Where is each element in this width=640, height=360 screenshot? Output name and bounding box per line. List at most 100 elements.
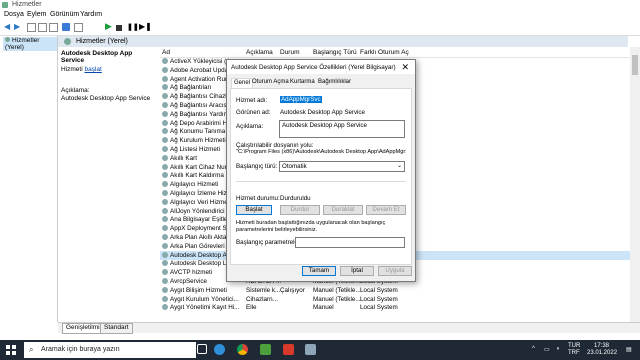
vertical-scrollbar[interactable]	[630, 47, 640, 322]
notification-icon[interactable]: ▤	[626, 346, 632, 353]
tab-logon[interactable]: Oturum Açma	[250, 78, 291, 88]
cell-start: Manuel	[313, 304, 334, 312]
gear-icon	[64, 38, 71, 45]
gear-icon	[162, 93, 168, 100]
col-logon[interactable]: Farklı Oturum Aç	[360, 49, 409, 56]
language-indicator-2[interactable]: TRF	[568, 350, 580, 356]
start-service-link[interactable]: başlat	[84, 66, 101, 73]
scroll-thumb[interactable]	[632, 55, 638, 75]
camtasia-icon[interactable]	[260, 344, 271, 355]
back-icon[interactable]: ◀	[4, 22, 13, 31]
startup-type-select[interactable]: Otomatik ⌄	[279, 161, 405, 172]
search-icon: ⌕	[29, 345, 34, 354]
apply-button[interactable]: Uygula	[378, 266, 412, 276]
params-hint: Hizmeti buradan başlattığınızda uygulana…	[236, 220, 386, 233]
gear-icon	[162, 154, 168, 161]
resume-button[interactable]: Devam Et	[366, 205, 406, 215]
network-icon[interactable]: ▭	[544, 346, 550, 353]
service-status-label: Hizmet durumu:	[236, 195, 280, 202]
cell-status: Çalışıyor	[280, 286, 305, 294]
description-pane: Autodesk Desktop App Service Hizmeti baş…	[58, 47, 158, 322]
taskbar: ⌕ Aramak için buraya yazın ^ ▭ ◖ TUR TRF…	[0, 340, 640, 360]
gear-icon	[162, 234, 168, 240]
table-row[interactable]: Aygıt Bilişim Hizmeti Sistemle k... Çalışı…	[160, 286, 630, 295]
clock-date[interactable]: 23.01.2022	[587, 350, 617, 356]
menu-bar: Dosya Eylem Görünüm Yardım	[0, 10, 640, 21]
menu-file[interactable]: Dosya	[4, 11, 24, 18]
tree-toggle-icon[interactable]	[27, 23, 36, 32]
path-label: Çalıştırılabilir dosyanın yolu:	[236, 142, 314, 149]
start-service-text: Hizmeti başlat	[61, 66, 102, 73]
close-icon[interactable]: ✕	[401, 62, 409, 73]
dialog-title: Autodesk Desktop App Service Özellikleri…	[231, 64, 396, 71]
clock-time[interactable]: 17:38	[594, 343, 609, 349]
col-status[interactable]: Durum	[280, 49, 300, 56]
gear-icon	[162, 181, 168, 188]
tab-dependencies[interactable]: Bağımlılıklar	[316, 78, 353, 88]
menu-help[interactable]: Yardım	[80, 11, 102, 18]
gear-icon	[162, 269, 168, 276]
tree-item-services-local[interactable]: Hizmetler (Yerel)	[3, 37, 57, 51]
display-name-value: Autodesk Desktop App Service	[280, 109, 365, 116]
play-icon[interactable]: ▶	[105, 21, 114, 31]
table-row[interactable]: Aygıt Kurulum Yönetici... Cihazlarn... Man…	[160, 295, 630, 304]
service-name-label: Hizmet adı:	[236, 97, 268, 104]
gear-icon	[162, 225, 168, 232]
toolbar: ◀ ▶ ▶ ❚❚ ▶❚	[0, 21, 640, 36]
stop-button[interactable]: Durdur	[280, 205, 320, 215]
gear-icon	[162, 128, 168, 135]
task-view-icon[interactable]	[197, 344, 207, 354]
chevron-up-icon[interactable]: ^	[532, 346, 535, 352]
chevron-down-icon: ⌄	[396, 163, 402, 169]
services-app-icon[interactable]	[305, 344, 316, 355]
params-input[interactable]	[295, 237, 405, 248]
table-row[interactable]: Aygıt Yönetimi Kayıt Hi... Elle Manuel Loca…	[160, 303, 630, 312]
view-icon[interactable]	[38, 23, 47, 32]
cell-name: Ağ Kurulum Hizmeti	[170, 137, 226, 145]
col-desc[interactable]: Açıklama	[246, 49, 273, 56]
properties-dialog: Autodesk Desktop App Service Özellikleri…	[226, 59, 416, 282]
autodesk-icon[interactable]	[283, 344, 294, 355]
restart-icon[interactable]: ▶❚	[139, 22, 152, 31]
gear-icon	[162, 146, 168, 152]
gear-icon	[162, 251, 168, 258]
startup-type-label: Başlangıç türü:	[236, 163, 278, 170]
description-box[interactable]: Autodesk Desktop App Service	[279, 120, 405, 138]
search-box[interactable]: ⌕ Aramak için buraya yazın	[24, 342, 196, 358]
cell-name: Aygıt Bilişim Hizmeti	[170, 286, 227, 294]
cell-logon: Local System	[360, 286, 398, 294]
col-start[interactable]: Başlangıç Türü	[313, 49, 357, 56]
start-button[interactable]: Başlat	[236, 205, 272, 215]
pause-icon[interactable]: ❚❚	[127, 23, 139, 32]
description-text: Autodesk Desktop App Service	[282, 122, 367, 129]
properties-icon[interactable]	[74, 23, 83, 32]
edge-icon[interactable]	[214, 344, 225, 355]
ok-button[interactable]: Tamam	[302, 266, 336, 276]
cell-name: Akıllı Kart	[170, 154, 197, 162]
stop-icon[interactable]	[116, 25, 122, 31]
forward-icon[interactable]: ▶	[14, 22, 23, 31]
windows-start-icon[interactable]	[6, 345, 16, 355]
col-name[interactable]: Ad	[162, 49, 170, 56]
cell-logon: Local System	[360, 295, 398, 303]
help-icon[interactable]	[62, 23, 70, 31]
gear-icon	[162, 286, 168, 293]
cancel-button[interactable]: İptal	[340, 266, 374, 276]
menu-action[interactable]: Eylem	[27, 11, 46, 18]
gear-icon	[162, 137, 168, 144]
refresh-icon[interactable]	[49, 23, 58, 32]
startup-type-value: Otomatik	[282, 163, 307, 170]
menu-view[interactable]: Görünüm	[50, 11, 79, 18]
pause-button[interactable]: Duraklat	[323, 205, 363, 215]
cell-name: Algılayıcı Hizmeti	[170, 181, 219, 189]
volume-icon[interactable]: ◖	[556, 346, 560, 352]
tab-standard[interactable]: Standart	[100, 323, 133, 334]
display-name-label: Görünen ad:	[236, 109, 271, 116]
gear-icon	[162, 190, 168, 196]
tab-recovery[interactable]: Kurtarma	[288, 78, 317, 88]
cell-name: Aygıt Yönetimi Kayıt Hi...	[170, 304, 240, 312]
chrome-icon[interactable]	[237, 344, 248, 355]
language-indicator[interactable]: TUR	[568, 343, 580, 349]
service-name-value: AdAppMgrSvc	[280, 96, 322, 103]
gear-icon	[162, 278, 168, 284]
